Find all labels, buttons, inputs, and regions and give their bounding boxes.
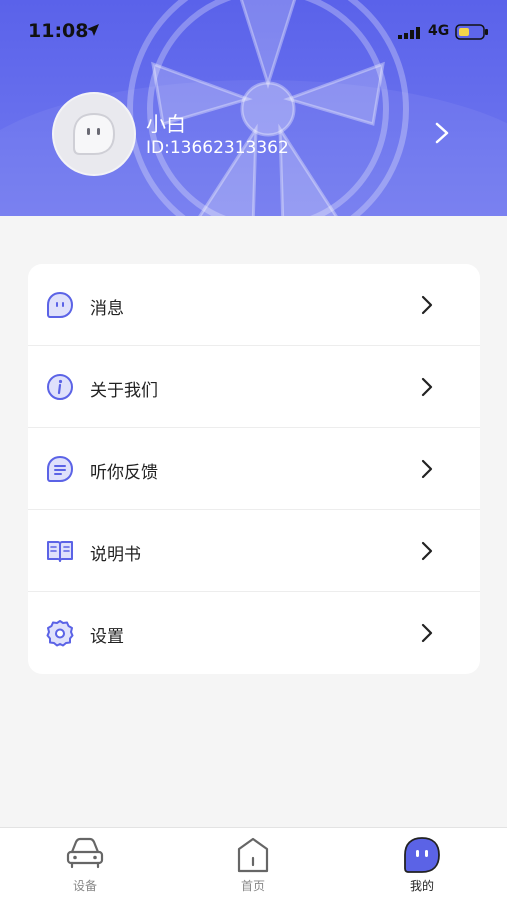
profile-header: 11:08 4G 小白 ID:13662313362 bbox=[0, 0, 507, 216]
tab-devices[interactable]: 设备 bbox=[25, 828, 145, 901]
chevron-right-icon bbox=[421, 377, 433, 397]
menu-item-label: 消息 bbox=[90, 299, 124, 319]
manual-book-icon bbox=[47, 541, 73, 562]
avatar[interactable] bbox=[52, 92, 136, 176]
network-type: 4G bbox=[428, 23, 450, 39]
menu-item-label: 听你反馈 bbox=[90, 463, 158, 483]
menu-item-label: 关于我们 bbox=[90, 381, 158, 401]
user-id: ID:13662313362 bbox=[146, 138, 289, 158]
menu-item-manual[interactable]: 说明书 bbox=[28, 510, 480, 592]
profile-blob-icon bbox=[404, 837, 440, 873]
location-arrow-icon bbox=[87, 24, 99, 36]
tab-label: 首页 bbox=[240, 879, 265, 893]
tab-mine[interactable]: 我的 bbox=[362, 828, 482, 901]
menu-item-feedback[interactable]: 听你反馈 bbox=[28, 428, 480, 510]
info-icon bbox=[47, 374, 73, 400]
chevron-right-icon bbox=[421, 623, 433, 643]
tab-label: 我的 bbox=[409, 879, 434, 893]
status-bar: 11:08 4G bbox=[0, 0, 507, 62]
menu-card: 消息 关于我们 听你反馈 说明书 设置 bbox=[28, 264, 480, 674]
chevron-right-icon[interactable] bbox=[432, 121, 452, 145]
status-time: 11:08 bbox=[28, 20, 89, 42]
settings-gear-icon bbox=[46, 620, 74, 647]
chevron-right-icon bbox=[421, 295, 433, 315]
menu-item-label: 设置 bbox=[90, 627, 124, 647]
chevron-right-icon bbox=[421, 541, 433, 561]
bottom-tab-bar: 设备 首页 我的 bbox=[0, 827, 507, 901]
car-icon bbox=[66, 837, 104, 869]
message-icon bbox=[47, 291, 74, 318]
cellular-signal-icon bbox=[398, 27, 420, 39]
home-icon bbox=[237, 837, 269, 873]
menu-item-settings[interactable]: 设置 bbox=[28, 592, 480, 673]
tab-label: 设备 bbox=[72, 879, 97, 893]
username: 小白 bbox=[146, 112, 186, 136]
chevron-right-icon bbox=[421, 459, 433, 479]
menu-item-about-us[interactable]: 关于我们 bbox=[28, 346, 480, 428]
avatar-blob-icon bbox=[73, 112, 116, 155]
menu-item-label: 说明书 bbox=[90, 545, 141, 565]
feedback-icon bbox=[47, 455, 74, 482]
battery-icon bbox=[455, 24, 488, 40]
tab-home[interactable]: 首页 bbox=[193, 828, 313, 901]
menu-item-messages[interactable]: 消息 bbox=[28, 264, 480, 346]
